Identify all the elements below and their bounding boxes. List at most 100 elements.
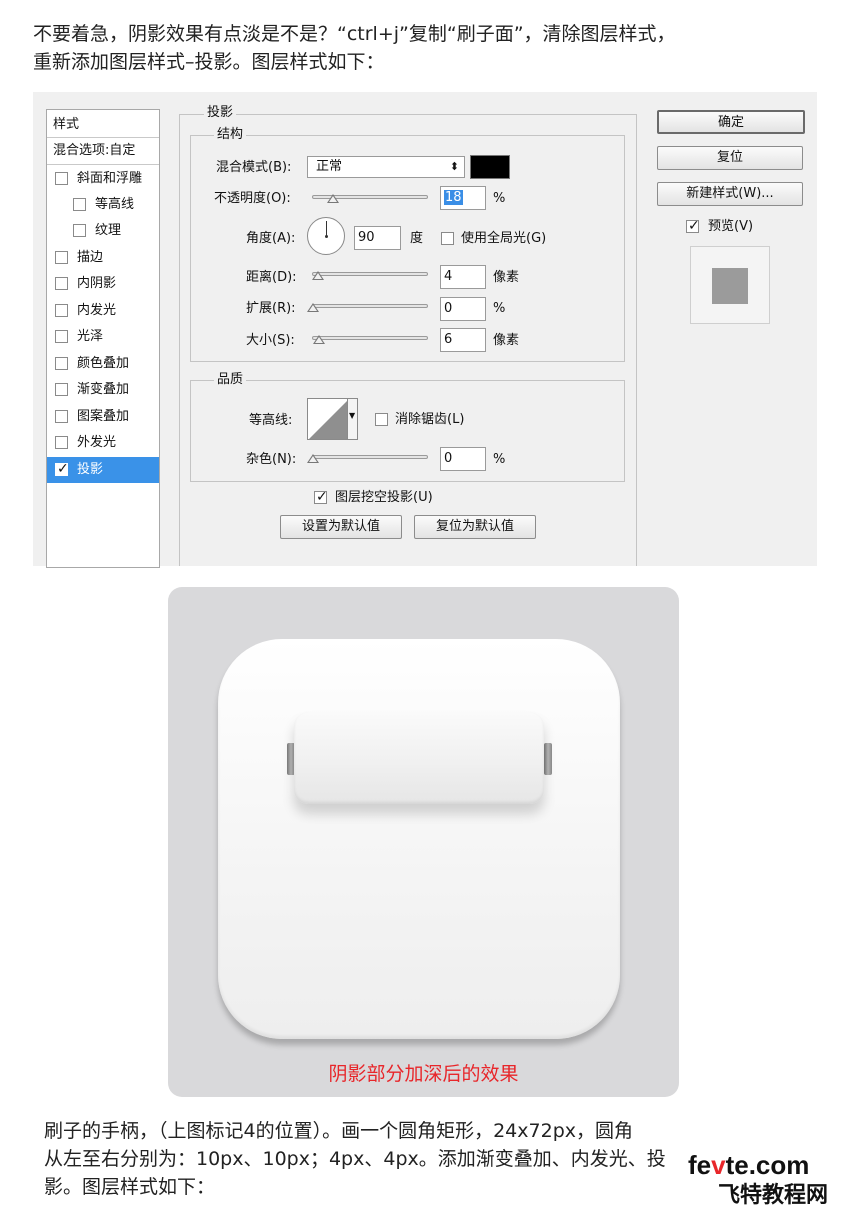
size-input[interactable]: 6 [440,328,486,352]
sidebar-item-inner-shadow[interactable]: 内阴影 [47,271,159,297]
size-value: 6 [444,332,453,347]
style-list: 样式 混合选项:自定 斜面和浮雕 等高线 纹理 描边 内阴影 内发光 光泽 颜色… [46,109,160,568]
spread-label: 扩展(R): [246,301,296,316]
illustration-caption: 阴影部分加深后的效果 [328,1063,519,1085]
sidebar-item-label: 内发光 [77,303,117,318]
blend-mode-select[interactable]: 正常 ⬍ [307,156,465,178]
structure-title: 结构 [214,127,247,143]
sidebar-item-drop-shadow[interactable]: ✓ 投影 [47,457,159,483]
style-list-header: 样式 [47,112,159,138]
checkbox[interactable] [55,330,68,343]
quality-title: 品质 [214,372,247,388]
ok-button[interactable]: 确定 [657,110,805,134]
style-list-title: 样式 [53,117,80,132]
noise-input[interactable]: 0 [440,447,486,471]
intro-line-1: 不要着急，阴影效果有点淡是不是？“ctrl+j”复制“刷子面”，清除图层样式， [33,23,676,45]
knockout-label: 图层挖空投影(U) [335,490,433,505]
watermark-logo: fevte.com 飞特教程网 [684,1150,844,1208]
sidebar-item-gradient-overlay[interactable]: 渐变叠加 [47,377,159,403]
distance-input[interactable]: 4 [440,265,486,289]
checkbox[interactable] [55,172,68,185]
checkmark-icon: ✓ [316,489,328,505]
contour-picker[interactable]: ▼ [307,398,358,440]
blend-options-label: 混合选项:自定 [53,143,136,158]
checkbox[interactable] [55,304,68,317]
select-arrows-icon: ⬍ [449,160,459,173]
checkbox[interactable] [55,277,68,290]
section-title: 投影 [204,105,237,121]
preview-swatch [712,268,748,304]
opacity-value: 18 [444,190,463,205]
layer-style-dialog: 样式 混合选项:自定 斜面和浮雕 等高线 纹理 描边 内阴影 内发光 光泽 颜色… [33,92,817,568]
brush-face [218,639,620,1039]
watermark-site-name: 飞特教程网 [718,1183,829,1208]
new-style-button[interactable]: 新建样式(W)... [657,182,803,206]
spread-slider[interactable] [312,304,428,308]
sidebar-item-contour[interactable]: 等高线 [47,192,159,218]
divider [47,164,159,165]
global-light-checkbox[interactable] [441,232,454,245]
checkmark-icon: ✓ [688,218,700,234]
sidebar-item-label: 内阴影 [77,276,117,291]
sidebar-item-label: 颜色叠加 [77,356,130,371]
opacity-label: 不透明度(O): [214,191,291,206]
spread-input[interactable]: 0 [440,297,486,321]
sidebar-item-stroke[interactable]: 描边 [47,245,159,271]
spread-value: 0 [444,301,453,316]
checkbox[interactable] [55,436,68,449]
sidebar-item-bevel[interactable]: 斜面和浮雕 [47,166,159,192]
checkbox[interactable] [55,357,68,370]
shadow-color-swatch[interactable] [470,155,510,179]
checkbox[interactable] [73,224,86,237]
noise-value: 0 [444,451,453,466]
angle-dial-center [325,235,328,238]
sidebar-item-color-overlay[interactable]: 颜色叠加 [47,351,159,377]
sidebar-item-label: 光泽 [77,329,104,344]
size-unit: 像素 [493,333,520,348]
intro-line-2: 重新添加图层样式–投影。图层样式如下： [33,51,385,73]
angle-label: 角度(A): [246,231,296,246]
angle-input[interactable]: 90 [354,226,401,250]
angle-dial-needle [326,221,327,236]
checkbox-checked[interactable]: ✓ [55,461,69,477]
sidebar-item-satin[interactable]: 光泽 [47,324,159,350]
checkbox[interactable] [73,198,86,211]
checkbox[interactable] [55,410,68,423]
knockout-checkbox[interactable]: ✓ [314,489,328,505]
sidebar-item-label: 描边 [77,250,104,265]
opacity-input[interactable]: 18 [440,186,486,210]
blend-options-item[interactable]: 混合选项:自定 [47,138,159,164]
sidebar-item-outer-glow[interactable]: 外发光 [47,430,159,456]
make-default-button[interactable]: 设置为默认值 [280,515,402,539]
distance-value: 4 [444,269,453,284]
sidebar-item-label: 投影 [77,462,104,477]
sidebar-item-label: 等高线 [95,197,135,212]
distance-slider-thumb[interactable] [312,271,324,280]
preview-checkbox[interactable]: ✓ [686,218,700,234]
contour-dropdown[interactable]: ▼ [347,399,357,439]
brush-icon-illustration: 阴影部分加深后的效果 [168,587,679,1097]
sidebar-item-texture[interactable]: 纹理 [47,218,159,244]
size-slider[interactable] [312,336,428,340]
noise-slider[interactable] [312,455,428,459]
spread-slider-thumb[interactable] [307,303,319,312]
checkbox[interactable] [55,251,68,264]
sidebar-item-label: 纹理 [95,223,122,238]
opacity-slider-thumb[interactable] [327,194,339,203]
sidebar-item-inner-glow[interactable]: 内发光 [47,298,159,324]
antialias-checkbox[interactable] [375,413,388,426]
sidebar-item-pattern-overlay[interactable]: 图案叠加 [47,404,159,430]
reset-default-button[interactable]: 复位为默认值 [414,515,536,539]
checkbox[interactable] [55,383,68,396]
size-label: 大小(S): [246,333,295,348]
angle-dial[interactable] [307,217,345,255]
chevron-down-icon: ▼ [349,411,356,420]
outro-line-1: 刷子的手柄，（上图标记4的位置）。画一个圆角矩形，24x72px，圆角 [44,1120,633,1142]
noise-slider-thumb[interactable] [307,454,319,463]
reset-button[interactable]: 复位 [657,146,803,170]
antialias-label: 消除锯齿(L) [395,412,465,427]
distance-slider[interactable] [312,272,428,276]
size-slider-thumb[interactable] [313,335,325,344]
blend-mode-label: 混合模式(B): [216,160,292,175]
angle-value: 90 [358,230,375,245]
